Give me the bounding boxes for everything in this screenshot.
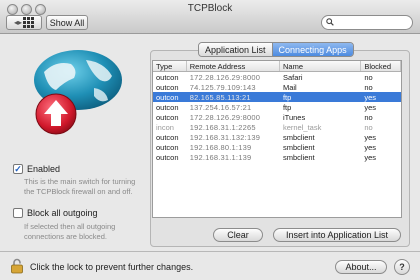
cell-type: outcon bbox=[156, 112, 179, 122]
cell-remote-address: 82.165.85.113:21 bbox=[189, 92, 251, 102]
cell-blocked: no bbox=[364, 72, 373, 82]
cell-name: smbclient bbox=[282, 132, 315, 142]
search-field[interactable] bbox=[321, 15, 413, 30]
cell-blocked: no bbox=[364, 112, 373, 122]
tab-bar: Application List Connecting Apps bbox=[198, 42, 354, 57]
enabled-checkbox[interactable]: ✓ bbox=[13, 164, 23, 174]
globe-icon bbox=[34, 50, 122, 135]
cell-remote-address: 192.168.31.1:2265 bbox=[189, 122, 256, 132]
enabled-label: Enabled bbox=[27, 164, 61, 174]
table-row-selected[interactable]: outcon 82.165.85.113:21 ftp yes bbox=[153, 92, 401, 102]
lock-icon[interactable] bbox=[10, 258, 24, 274]
cell-blocked: no bbox=[364, 122, 373, 132]
cell-type: incon bbox=[156, 122, 174, 132]
footer-divider bbox=[0, 251, 420, 252]
block-all-outgoing-label: Block all outgoing bbox=[27, 208, 98, 218]
cell-name: smbclient bbox=[282, 152, 315, 162]
block-all-outgoing-row[interactable]: Block all outgoing bbox=[13, 208, 98, 218]
cell-name: iTunes bbox=[282, 112, 306, 122]
about-button[interactable]: About... bbox=[335, 260, 387, 274]
titlebar: TCPBlock ◂▸ Show All bbox=[0, 0, 420, 34]
cell-remote-address: 192.168.31.1:139 bbox=[189, 152, 252, 162]
back-forward-icon: ◂▸ bbox=[13, 18, 23, 27]
cell-name: kernel_task bbox=[282, 122, 322, 132]
cell-type: outcon bbox=[156, 152, 179, 162]
cell-blocked: yes bbox=[364, 132, 376, 142]
search-icon bbox=[326, 18, 334, 26]
grid-icon bbox=[23, 17, 35, 28]
cell-remote-address: 137.254.16.57:21 bbox=[189, 102, 252, 112]
column-header-remote-address[interactable]: Remote Address bbox=[187, 61, 280, 71]
block-all-outgoing-checkbox[interactable] bbox=[13, 208, 23, 218]
tab-connecting-apps[interactable]: Connecting Apps bbox=[271, 43, 353, 56]
cell-remote-address: 192.168.80.1:139 bbox=[189, 142, 252, 152]
cell-blocked: yes bbox=[364, 152, 376, 162]
cell-type: outcon bbox=[156, 82, 179, 92]
window-title: TCPBlock bbox=[187, 3, 233, 14]
table-row[interactable]: outcon 192.168.31.132:139 smbclient yes bbox=[153, 132, 401, 142]
cell-remote-address: 172.28.126.29:8000 bbox=[189, 112, 261, 122]
cell-name: ftp bbox=[282, 92, 292, 102]
lock-instruction-text: Click the lock to prevent further change… bbox=[30, 262, 194, 272]
cell-remote-address: 74.125.79.109:143 bbox=[189, 82, 256, 92]
table-row[interactable]: outcon 172.28.126.29:8000 Safari no bbox=[153, 72, 401, 82]
show-all-button[interactable]: Show All bbox=[46, 15, 88, 30]
cell-blocked: yes bbox=[364, 92, 376, 102]
table-row[interactable]: outcon 192.168.31.1:139 smbclient yes bbox=[153, 152, 401, 162]
column-header-blocked[interactable]: Blocked bbox=[361, 61, 401, 71]
cell-blocked: yes bbox=[364, 102, 376, 112]
tcpblock-preferences-window: TCPBlock ◂▸ Show All ✓ Enabled This is t… bbox=[0, 0, 420, 280]
insert-into-application-list-button[interactable]: Insert into Application List bbox=[273, 228, 401, 242]
cell-type: outcon bbox=[156, 102, 179, 112]
cell-type: outcon bbox=[156, 142, 179, 152]
cell-type: outcon bbox=[156, 72, 179, 82]
help-icon[interactable]: ? bbox=[394, 259, 410, 275]
table-header: Type Remote Address Name Blocked bbox=[153, 61, 401, 72]
cell-name: smbclient bbox=[282, 142, 315, 152]
table-row[interactable]: outcon 74.125.79.109:143 Mail no bbox=[153, 82, 401, 92]
table-row[interactable]: incon 192.168.31.1:2265 kernel_task no bbox=[153, 122, 401, 132]
column-header-type[interactable]: Type bbox=[153, 61, 187, 71]
connections-table[interactable]: Type Remote Address Name Blocked outcon … bbox=[152, 60, 402, 218]
cell-name: Mail bbox=[282, 82, 297, 92]
clear-button[interactable]: Clear bbox=[213, 228, 263, 242]
table-row[interactable]: outcon 192.168.80.1:139 smbclient yes bbox=[153, 142, 401, 152]
tab-application-list[interactable]: Application List bbox=[199, 43, 272, 56]
enabled-checkbox-row[interactable]: ✓ Enabled bbox=[13, 164, 60, 174]
column-header-name[interactable]: Name bbox=[280, 61, 362, 71]
cell-name: Safari bbox=[282, 72, 303, 82]
table-row[interactable]: outcon 137.254.16.57:21 ftp yes bbox=[153, 102, 401, 112]
show-all-grid-button[interactable]: ◂▸ bbox=[6, 15, 42, 30]
table-row[interactable]: outcon 172.28.126.29:8000 iTunes no bbox=[153, 112, 401, 122]
cell-remote-address: 192.168.31.132:139 bbox=[189, 132, 261, 142]
enabled-description: This is the main switch for turning the … bbox=[24, 177, 136, 196]
cell-blocked: yes bbox=[364, 142, 376, 152]
block-all-outgoing-description: If selected then all outgoing connection… bbox=[24, 222, 116, 241]
cell-blocked: no bbox=[364, 82, 373, 92]
cell-type: outcon bbox=[156, 132, 179, 142]
cell-name: ftp bbox=[282, 102, 292, 112]
cell-type: outcon bbox=[156, 92, 179, 102]
cell-remote-address: 172.28.126.29:8000 bbox=[189, 72, 261, 82]
